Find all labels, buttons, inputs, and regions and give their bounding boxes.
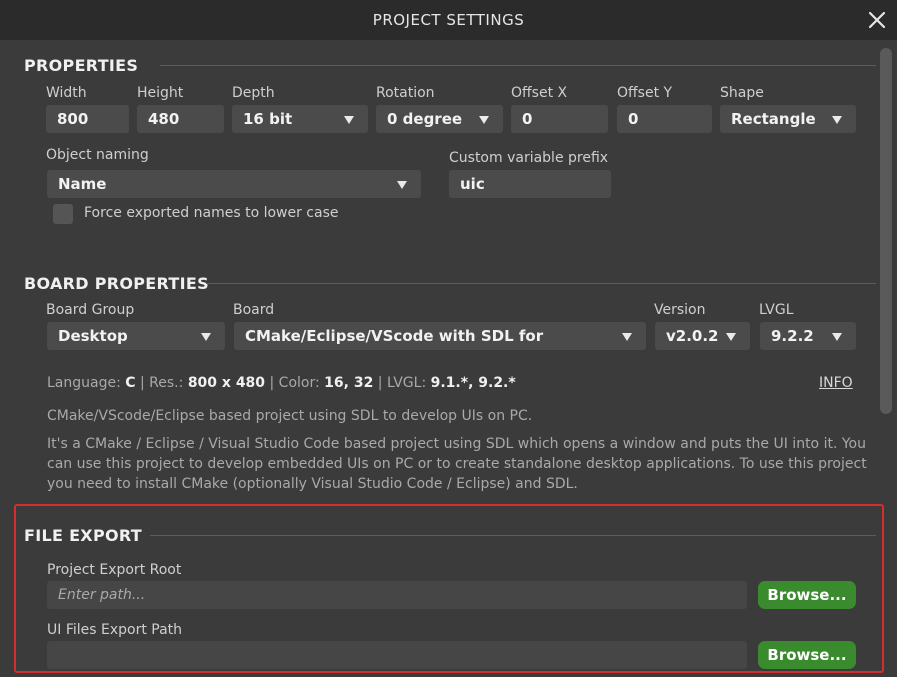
board-properties-heading: BOARD PROPERTIES <box>24 274 209 293</box>
board-group-select[interactable]: Desktop <box>47 322 225 350</box>
height-label: Height <box>137 85 184 101</box>
custom-prefix-label: Custom variable prefix <box>449 150 609 166</box>
board-label: Board <box>233 302 275 318</box>
properties-heading: PROPERTIES <box>24 56 139 75</box>
export-root-label: Project Export Root <box>47 562 182 578</box>
offset-y-input[interactable]: 0 <box>617 105 712 133</box>
section-divider <box>160 65 876 66</box>
offset-y-label: Offset Y <box>617 85 673 101</box>
ui-files-path-label: UI Files Export Path <box>47 622 183 638</box>
rotation-select[interactable]: 0 degree <box>376 105 503 133</box>
offset-x-label: Offset X <box>511 85 568 101</box>
lowercase-label: Force exported names to lower case <box>84 205 339 221</box>
version-select[interactable]: v2.0.2 <box>655 322 750 350</box>
board-info-line: Language: C | Res.: 800 x 480 | Color: 1… <box>47 375 516 391</box>
window-title: PROJECT SETTINGS <box>372 11 525 29</box>
resolution-value: 800 x 480 <box>187 375 266 391</box>
width-label: Width <box>46 85 87 101</box>
object-naming-label: Object naming <box>46 147 149 163</box>
version-label: Version <box>654 302 706 318</box>
depth-label: Depth <box>232 85 275 101</box>
export-root-browse-button[interactable]: Browse... <box>758 581 856 609</box>
section-divider <box>206 283 876 284</box>
close-button[interactable] <box>865 8 889 32</box>
board-select[interactable]: CMake/Eclipse/VScode with SDL for <box>234 322 646 350</box>
lvgl-value: 9.1.*, 9.2.* <box>430 375 516 391</box>
scrollbar-thumb[interactable] <box>880 48 892 414</box>
shape-select[interactable]: Rectangle <box>720 105 856 133</box>
title-bar: PROJECT SETTINGS <box>0 0 897 40</box>
section-divider <box>150 535 876 536</box>
color-value: 16, 32 <box>324 375 374 391</box>
file-export-heading: FILE EXPORT <box>24 526 142 545</box>
board-short-description: CMake/VScode/Eclipse based project using… <box>47 408 533 424</box>
offset-x-input[interactable]: 0 <box>511 105 608 133</box>
info-link[interactable]: INFO <box>819 375 853 391</box>
object-naming-select[interactable]: Name <box>47 170 421 198</box>
close-icon <box>868 11 886 29</box>
language-value: C <box>125 375 136 391</box>
height-input[interactable]: 480 <box>137 105 224 133</box>
ui-files-path-input[interactable] <box>47 641 747 669</box>
lowercase-checkbox[interactable] <box>53 204 73 224</box>
lvgl-select[interactable]: 9.2.2 <box>760 322 856 350</box>
custom-prefix-input[interactable]: uic <box>449 170 611 198</box>
depth-select[interactable]: 16 bit <box>232 105 368 133</box>
rotation-label: Rotation <box>376 85 435 101</box>
export-root-input[interactable] <box>47 581 747 609</box>
board-group-label: Board Group <box>46 302 135 318</box>
width-input[interactable]: 800 <box>46 105 129 133</box>
ui-files-path-browse-button[interactable]: Browse... <box>758 641 856 669</box>
shape-label: Shape <box>720 85 764 101</box>
board-long-description: It's a CMake / Eclipse / Visual Studio C… <box>47 436 867 492</box>
lvgl-label: LVGL <box>759 302 794 318</box>
